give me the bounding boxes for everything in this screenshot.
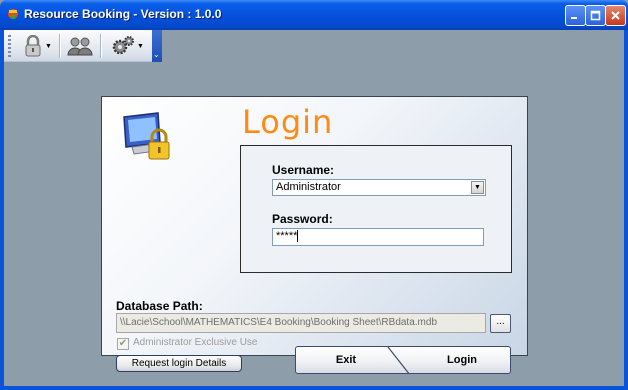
credentials-group: Username: Administrator ▼ Password: ****… [240, 145, 512, 273]
database-path-label: Database Path: [116, 299, 203, 313]
password-value: ***** [276, 230, 298, 242]
toolbar-overflow-button[interactable]: ⌄ [152, 30, 162, 62]
window-title: Resource Booking - Version : 1.0.0 [24, 7, 222, 21]
maximize-button[interactable] [585, 5, 606, 26]
exit-login-button-group: Exit Login [295, 346, 511, 374]
browse-button[interactable]: ... [490, 314, 511, 333]
admin-exclusive-label: Administrator Exclusive Use [133, 337, 258, 348]
button-divider [387, 347, 410, 373]
password-label: Password: [272, 212, 333, 226]
maximize-icon [590, 10, 601, 21]
toolbar-separator [100, 34, 101, 58]
request-login-details-button[interactable]: Request login Details [116, 355, 242, 372]
toolbar-separator [59, 34, 60, 58]
database-path-field[interactable]: \\Lacie\School\MATHEMATICS\E4 Booking\Bo… [116, 313, 486, 333]
login-panel: Login Username: Administrator ▼ Password… [101, 96, 528, 374]
toolbar: ▼ ▼ ⌄ [4, 30, 162, 62]
chevron-down-icon[interactable]: ▼ [471, 181, 484, 194]
username-value: Administrator [276, 181, 341, 193]
minimize-icon [571, 17, 577, 19]
chevron-down-icon: ▼ [45, 42, 52, 50]
password-field[interactable]: ***** [272, 228, 484, 246]
close-icon [611, 11, 620, 20]
login-title: Login [242, 103, 334, 141]
app-icon [8, 9, 18, 19]
username-label: Username: [272, 163, 335, 177]
close-button[interactable] [605, 5, 626, 26]
app-window: Resource Booking - Version : 1.0.0 ▼ ▼ ⌄… [0, 0, 628, 390]
title-bar[interactable]: Resource Booking - Version : 1.0.0 [0, 0, 628, 30]
lock-menu-button[interactable]: ▼ [20, 33, 55, 59]
lock-icon [25, 35, 41, 57]
login-button[interactable]: Login [412, 347, 510, 373]
settings-menu-button[interactable]: ▼ [108, 33, 147, 59]
main-client-area: ▼ ▼ ⌄ Login Username: Administrator ▼ Pa… [4, 30, 624, 386]
users-button[interactable] [64, 33, 96, 59]
admin-exclusive-checkbox[interactable]: ✔ [117, 338, 129, 350]
computer-lock-icon [123, 112, 170, 160]
exit-button[interactable]: Exit [296, 347, 396, 373]
toolbar-grip[interactable] [8, 35, 11, 57]
users-icon [67, 37, 93, 56]
overflow-chevron-icon: ⌄ [153, 50, 160, 59]
username-select[interactable]: Administrator ▼ [272, 179, 486, 196]
minimize-button[interactable] [565, 5, 586, 26]
gears-icon [112, 36, 134, 55]
text-caret [297, 230, 299, 243]
chevron-down-icon: ▼ [137, 42, 144, 50]
